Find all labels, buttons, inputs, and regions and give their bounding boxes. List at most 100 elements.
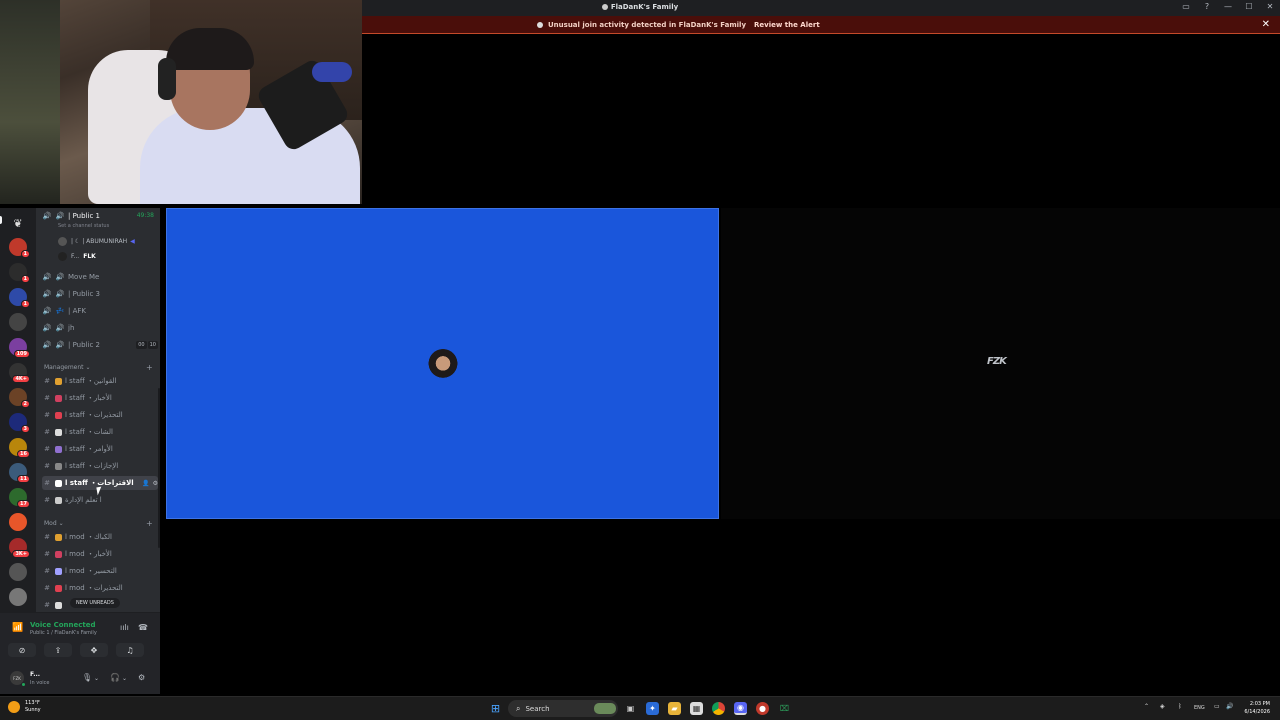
server-icon[interactable]: 3 [9,413,30,433]
text-channel[interactable]: # ا staff ・الأخبار [42,391,158,405]
channel-status-hint[interactable]: Set a channel status [58,223,109,229]
voice-channel[interactable]: 🔊 🔊 Move Me [42,270,158,284]
server-icon[interactable]: 16 [9,438,30,458]
server-icon[interactable] [9,513,27,531]
channel-scrollbar[interactable] [158,388,160,548]
video-tile-screen[interactable]: FZK [721,208,1280,519]
text-channel[interactable]: # ا staff ・القوانين [42,374,158,388]
channel-emoji-icon [55,584,62,592]
hash-icon: # [44,445,50,453]
screen-share-button[interactable]: ⇪ [44,643,72,657]
server-icon[interactable] [9,313,27,331]
voice-location[interactable]: Public 1 / FlaDanK's Family [30,630,97,636]
server-icon[interactable]: 11 [9,463,30,483]
text-channel[interactable]: # ا mod ・التحسير [42,564,158,578]
clock[interactable]: 2:03 PM 6/14/2026 [1244,700,1270,716]
chevron-down-icon[interactable]: ⌄ [94,675,99,682]
mic-icon[interactable]: 🎙 [82,673,92,682]
server-icon[interactable]: 3K+ [9,538,30,558]
chrome-icon[interactable] [712,702,725,715]
language-indicator[interactable]: ENG [1194,705,1205,711]
voice-channel[interactable]: 🔊 🔊 | Public 2 00 10 [42,338,158,352]
add-channel-icon[interactable]: + [146,363,153,372]
camera-off-button[interactable]: ⊘ [8,643,36,657]
voice-timer: 49:38 [136,212,154,219]
hash-icon: # [44,601,50,609]
user-name[interactable]: F... [30,671,40,678]
voice-channel[interactable]: 🔊 🔊 | Public 3 [42,287,158,301]
weather-widget[interactable]: 113°F Sunny [8,700,41,714]
channel-emoji-icon: 🔊 [55,341,65,349]
app-icon[interactable]: ⌧ [778,702,791,715]
hash-icon: # [44,394,50,402]
volume-icon[interactable]: 🔊 [1226,703,1233,710]
help-icon[interactable]: ? [1201,2,1213,11]
text-channel[interactable]: # ا mod ・التحذيرات [42,581,158,595]
home-icon[interactable]: ❦ [9,214,27,232]
category-mod[interactable]: Mod ⌄ + [44,519,153,528]
disconnect-icon[interactable]: ☎ [138,623,148,632]
search-box[interactable]: ⌕ Search [508,700,618,717]
avatar [58,236,67,246]
app-icon[interactable]: ● [756,702,769,715]
add-channel-icon[interactable]: + [146,519,153,528]
channel-emoji-icon: 💤 [55,307,65,315]
unread-badge: 4K+ [12,375,30,383]
tray-app-icon[interactable]: ◈ [1160,703,1165,710]
search-highlight-icon [594,703,616,714]
channel-list: 🔊 🔊 | Public 1 49:38 Set a channel statu… [36,208,160,612]
voice-member[interactable]: F... FLK [58,250,96,262]
text-channel[interactable]: # ا staff ・الإجازات [42,459,158,473]
server-icon[interactable]: 1 [9,263,30,283]
hash-icon: # [44,479,50,487]
server-icon[interactable]: 17 [9,488,30,508]
headphones-icon[interactable]: 🎧 [110,673,120,682]
hash-icon: # [44,377,50,385]
maximize-icon[interactable]: ☐ [1243,2,1255,11]
speaker-icon: 🔊 [42,290,52,298]
server-icon[interactable]: 1 [9,238,30,258]
close-icon[interactable]: ✕ [1264,2,1276,11]
inbox-icon[interactable]: ▭ [1180,2,1192,11]
chevron-down-icon[interactable]: ⌄ [122,675,127,682]
text-channel[interactable]: # ا staff ・الشات [42,425,158,439]
invite-icon[interactable]: 👤 [142,480,149,487]
settings-gear-icon[interactable]: ⚙ [138,673,145,682]
discord-icon[interactable]: ◉ [734,702,747,715]
activities-button[interactable]: ✥ [80,643,108,657]
noise-suppression-icon[interactable]: ıılı [120,623,129,632]
unread-badge: 17 [17,500,30,508]
text-channel[interactable]: # ا mod ・الأخبار [42,547,158,561]
hash-icon: # [44,428,50,436]
store-icon[interactable]: ▦ [690,702,703,715]
server-icon[interactable]: 1 [9,288,30,308]
server-icon[interactable] [9,563,27,581]
video-tile-user[interactable] [166,208,719,519]
server-icon[interactable] [9,588,27,606]
server-icon[interactable]: 2 [9,388,30,408]
voice-channel[interactable]: 🔊 🔊 jh [42,321,158,335]
text-channel[interactable]: # ا staff ・التحذيرات [42,408,158,422]
category-management[interactable]: Management ⌄ + [44,363,153,372]
minimize-icon[interactable]: — [1222,2,1234,11]
alert-close-icon[interactable]: ✕ [1262,19,1270,30]
channel-emoji-icon [55,533,62,541]
soundboard-button[interactable]: ♫ [116,643,144,657]
network-icon[interactable]: ▭ [1214,703,1220,710]
voice-member[interactable]: | ☾ | ABUMUNIRAH ◀ [58,235,135,247]
file-explorer-icon[interactable]: ▰ [668,702,681,715]
hash-icon: # [44,411,50,419]
copilot-icon[interactable]: ✦ [646,702,659,715]
start-icon[interactable]: ⊞ [489,702,502,715]
new-unreads-pill[interactable]: NEW UNREADS [70,598,120,608]
tray-bluetooth-icon[interactable]: ᛒ [1178,703,1182,710]
voice-channel[interactable]: 🔊 💤 | AFK [42,304,158,318]
text-channel[interactable]: # ا تعلم الإدارة [42,493,158,507]
review-alert-link[interactable]: Review the Alert [754,21,820,29]
text-channel[interactable]: # ا mod ・الكباك [42,530,158,544]
server-icon[interactable]: 109 [9,338,30,358]
tray-chevron-icon[interactable]: ⌃ [1144,703,1149,710]
task-view-icon[interactable]: ▣ [624,702,637,715]
server-icon[interactable]: 4K+ [9,363,30,383]
text-channel[interactable]: # ا staff ・الأوامر [42,442,158,456]
